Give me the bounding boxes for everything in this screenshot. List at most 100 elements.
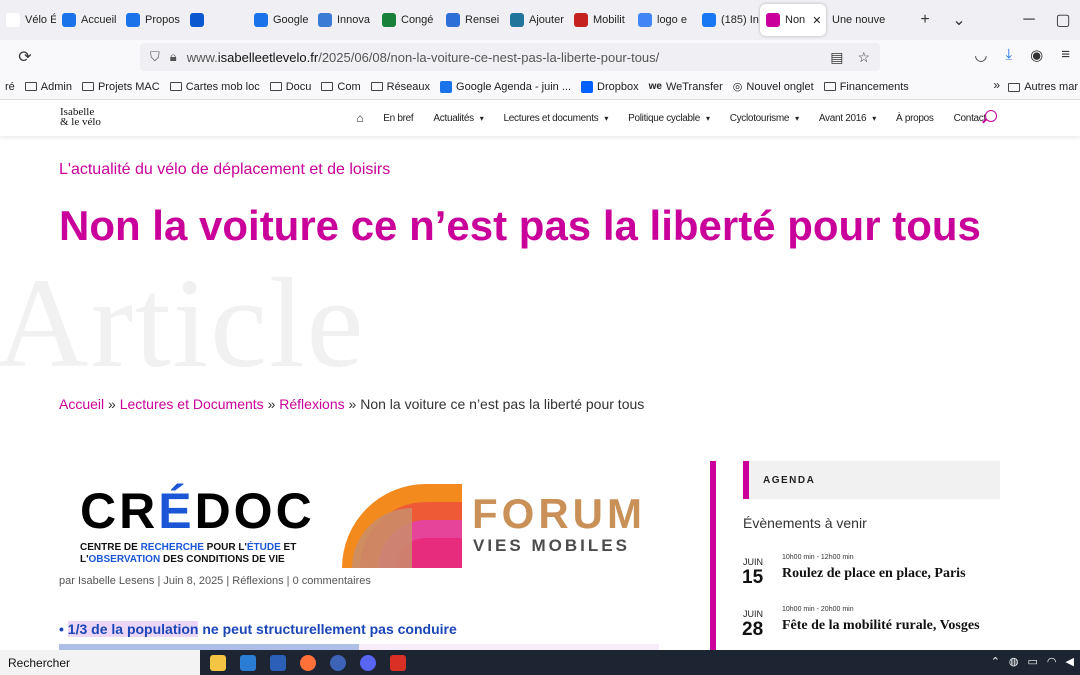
forum-word: FORUM [472, 490, 646, 537]
bookmark-label: Admin [40, 80, 72, 93]
bookmark-item[interactable]: we WeTransfer [644, 81, 728, 93]
chevron-down-icon: ▾ [479, 113, 484, 123]
bookmark-item[interactable]: Admin [20, 81, 77, 93]
url-bar[interactable]: ⛉ 🔒︎ www.isabelleetlevelo.fr/2025/06/08/… [140, 43, 880, 71]
main-menu: ⌂ En bref Actualités ▾ Lectures et document… [346, 100, 996, 136]
sidebar-divider [710, 461, 716, 651]
word-icon[interactable] [270, 654, 286, 671]
bookmark-star-icon[interactable]: ☆ [857, 49, 870, 66]
shield-icon[interactable]: ⛉ [150, 49, 160, 65]
event-title[interactable]: Roulez de place en place, Paris [782, 566, 966, 582]
file-explorer-icon[interactable] [210, 654, 226, 671]
battery-icon[interactable]: ▭ [1028, 655, 1038, 668]
breadcrumb-section[interactable]: Lectures et Documents [120, 396, 264, 412]
menu-item[interactable]: À propos [886, 113, 944, 124]
url-text[interactable]: www.isabelleetlevelo.fr/2025/06/08/non-l… [187, 50, 660, 65]
menu-item[interactable]: Lectures et documents ▾ [494, 113, 619, 124]
account-icon[interactable]: ◉ [1030, 46, 1043, 64]
tab-favicon-icon [510, 13, 524, 27]
bookmark-item[interactable]: Docu [265, 81, 317, 93]
menu-item-label: Avant 2016 [818, 112, 867, 124]
browser-tab[interactable]: Accueil [56, 4, 120, 36]
menu-icon[interactable]: ≡ [1061, 46, 1070, 64]
discord-icon[interactable] [360, 654, 376, 671]
tab-favicon-icon [190, 13, 204, 27]
tab-list-icon[interactable]: ⌄ [942, 4, 976, 36]
reader-view-icon[interactable]: ▤ [830, 49, 843, 66]
tab-label: Vélo Ég [25, 14, 56, 26]
browser-tab[interactable]: logo e [632, 4, 696, 36]
outlook-icon[interactable] [240, 654, 256, 671]
menu-item[interactable]: Actualités ▾ [423, 113, 493, 124]
event-title[interactable]: Fête de la mobilité rurale, Vosges [782, 618, 980, 634]
menu-item-label: À propos [896, 112, 934, 124]
lock-icon[interactable]: 🔒︎ [170, 49, 177, 65]
chevron-down-icon: ▾ [872, 113, 876, 123]
menu-item[interactable]: Avant 2016 ▾ [809, 113, 886, 124]
browser-tab[interactable]: Congé [376, 4, 440, 36]
bookmark-item[interactable]: Réseaux [366, 81, 435, 93]
browser-tab[interactable]: Propos [120, 4, 184, 36]
folder-icon [81, 82, 94, 91]
bookmark-label: Réseaux [386, 80, 431, 93]
pocket-icon[interactable]: ◡ [974, 46, 987, 64]
acrobat-icon[interactable] [390, 654, 406, 671]
bookmarks-overflow-icon[interactable]: » [993, 78, 1000, 92]
browser-tab[interactable]: Mobilit [568, 4, 632, 36]
home-icon[interactable]: ⌂ [346, 111, 373, 125]
nav-bar: ⟳ ⛉ 🔒︎ www.isabelleetlevelo.fr/2025/06/0… [0, 40, 1080, 74]
bookmark-item[interactable]: Dropbox [576, 80, 644, 93]
menu-item[interactable]: Cyclotourisme ▾ [720, 113, 809, 124]
tab-label: (185) In [721, 14, 759, 26]
menu-item-label: Actualités [433, 112, 474, 124]
tab-label: Mobilit [593, 14, 625, 26]
maximize-icon[interactable]: ▢ [1046, 4, 1080, 36]
bookmark-item[interactable]: Google Agenda - juin ... [435, 80, 576, 93]
download-icon[interactable]: ⤓ [1006, 46, 1013, 64]
bookmark-item[interactable]: Projets MAC [77, 81, 165, 93]
site-logo[interactable]: Isabelle & le vélo [60, 107, 101, 128]
event-time: 10h00 min - 20h00 min [782, 606, 854, 613]
browser-tab[interactable]: Google [248, 4, 312, 36]
close-tab-icon[interactable]: ✕ [812, 14, 821, 27]
agenda-heading: AGENDA [743, 461, 1000, 499]
browser-tab[interactable]: (185) In [696, 4, 760, 36]
reload-icon[interactable]: ⟳ [0, 47, 50, 67]
browser-tab[interactable]: Vélo Ég [0, 4, 56, 36]
browser-tab[interactable] [184, 4, 248, 36]
forum-subtitle: VIES MOBILES [473, 536, 630, 555]
taskbar-search-input[interactable]: Rechercher [0, 650, 200, 675]
menu-item[interactable]: Politique cyclable ▾ [618, 113, 720, 124]
volume-icon[interactable]: ◀ [1066, 655, 1074, 668]
globe-icon: ◎ [732, 81, 743, 93]
chevron-up-icon[interactable]: ⌃ [991, 655, 1000, 668]
menu-item-label: En bref [383, 112, 414, 124]
bookmark-label: Dropbox [597, 80, 639, 93]
other-bookmarks[interactable]: Autres mar [1003, 74, 1080, 99]
minimize-icon[interactable]: ─ [1012, 4, 1046, 36]
browser-tab[interactable]: Innova [312, 4, 376, 36]
bookmark-item[interactable]: Financements [819, 81, 914, 93]
bookmark-partial[interactable]: ré [0, 81, 20, 93]
firefox-icon[interactable] [300, 654, 316, 671]
dropbox-icon [581, 80, 594, 93]
bookmark-item[interactable]: ◎ Nouvel onglet [728, 80, 819, 94]
bookmark-item[interactable]: Com [316, 81, 365, 93]
search-icon[interactable] [985, 110, 997, 122]
bookmark-item[interactable]: Cartes mob loc [165, 81, 265, 93]
menu-item[interactable]: En bref [373, 113, 423, 124]
network-icon[interactable]: ◍ [1009, 655, 1019, 668]
browser-tab[interactable]: Rensei [440, 4, 504, 36]
breadcrumb-home[interactable]: Accueil [59, 396, 104, 412]
bookmark-label: Autres mar [1024, 81, 1078, 93]
breadcrumb-category[interactable]: Réflexions [279, 396, 344, 412]
tab-label: Accueil [81, 14, 117, 26]
browser-tab[interactable]: Une nouve [826, 4, 908, 36]
bookmark-label: Nouvel onglet [746, 80, 814, 93]
wifi-icon[interactable]: ◠ [1047, 655, 1057, 668]
browser-tab[interactable]: Ajouter [504, 4, 568, 36]
new-tab-icon[interactable]: + [908, 4, 942, 36]
signal-icon[interactable] [330, 654, 346, 671]
tab-label: Ajouter [529, 14, 564, 26]
browser-tab[interactable]: Non ✕ [760, 4, 826, 36]
